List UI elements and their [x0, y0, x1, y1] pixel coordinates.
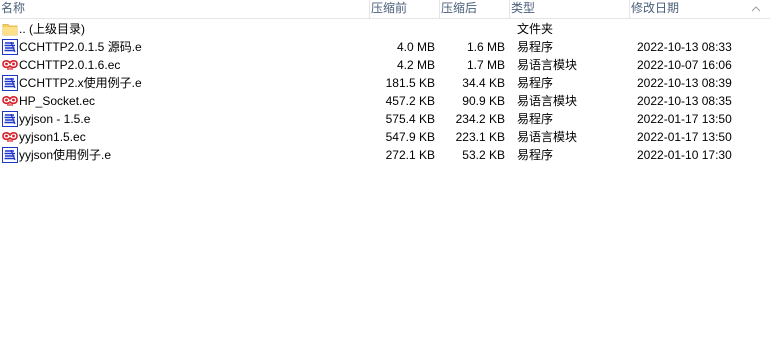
table-row[interactable]: CCHTTP2.0.1.6.ec 4.2 MB 1.7 MB 易语言模块 202…: [0, 56, 770, 74]
column-size[interactable]: 压缩前: [370, 0, 440, 18]
e-module-icon: [2, 57, 18, 73]
column-packed[interactable]: 压缩后: [440, 0, 510, 18]
e-module-icon: [2, 93, 18, 109]
file-type: 易语言模块: [517, 130, 578, 144]
file-name: .. (上级目录): [19, 22, 85, 36]
file-name: CCHTTP2.x使用例子.e: [19, 76, 142, 90]
file-packed-size: 223.1 KB: [455, 130, 505, 144]
file-size: 457.2 KB: [385, 94, 435, 108]
column-header: 名称 压缩前 压缩后 类型 修改日期: [0, 0, 770, 19]
table-row[interactable]: yyjson1.5.ec 547.9 KB 223.1 KB 易语言模块 202…: [0, 128, 770, 146]
file-size: 4.0 MB: [396, 40, 435, 54]
file-name: yyjson使用例子.e: [19, 148, 112, 162]
table-row[interactable]: CCHTTP2.0.1.5 源码.e 4.0 MB 1.6 MB 易程序 202…: [0, 38, 770, 56]
file-size: 181.5 KB: [385, 76, 435, 90]
table-row[interactable]: yyjson使用例子.e 272.1 KB 53.2 KB 易程序 2022-0…: [0, 146, 770, 164]
file-name: CCHTTP2.0.1.6.ec: [19, 58, 121, 72]
file-modified: 2022-10-13 08:39: [637, 76, 732, 90]
column-modified[interactable]: 修改日期: [630, 0, 770, 18]
file-modified: 2022-01-10 17:30: [637, 148, 732, 162]
file-packed-size: 53.2 KB: [462, 148, 505, 162]
e-source-icon: [2, 111, 18, 127]
file-packed-size: 1.6 MB: [466, 40, 505, 54]
sort-arrow-icon: [751, 6, 761, 12]
file-size: 547.9 KB: [385, 130, 435, 144]
file-packed-size: 1.7 MB: [466, 58, 505, 72]
file-type: 易程序: [517, 76, 554, 90]
file-packed-size: 234.2 KB: [455, 112, 505, 126]
column-name[interactable]: 名称: [0, 0, 370, 18]
file-modified: 2022-10-13 08:33: [637, 40, 732, 54]
file-type: 易语言模块: [517, 58, 578, 72]
table-row[interactable]: yyjson - 1.5.e 575.4 KB 234.2 KB 易程序 202…: [0, 110, 770, 128]
file-size: 272.1 KB: [385, 148, 435, 162]
table-row[interactable]: HP_Socket.ec 457.2 KB 90.9 KB 易语言模块 2022…: [0, 92, 770, 110]
e-source-icon: [2, 75, 18, 91]
file-type: 易程序: [517, 148, 554, 162]
file-rows: .. (上级目录) 文件夹 CCHTTP2.0.1.5 源码.e 4.0 MB …: [0, 20, 770, 164]
file-name: HP_Socket.ec: [19, 94, 96, 108]
table-row[interactable]: .. (上级目录) 文件夹: [0, 20, 770, 38]
e-module-icon: [2, 129, 18, 145]
e-source-icon: [2, 147, 18, 163]
file-type: 易程序: [517, 40, 554, 54]
file-size: 575.4 KB: [385, 112, 435, 126]
file-name: yyjson - 1.5.e: [19, 112, 91, 126]
file-modified: 2022-01-17 13:50: [637, 130, 732, 144]
file-type: 易程序: [517, 112, 554, 126]
e-source-icon: [2, 39, 18, 55]
file-packed-size: 34.4 KB: [462, 76, 505, 90]
file-modified: 2022-01-17 13:50: [637, 112, 732, 126]
file-modified: 2022-10-13 08:35: [637, 94, 732, 108]
column-type[interactable]: 类型: [510, 0, 630, 18]
file-type: 文件夹: [517, 22, 554, 36]
file-modified: 2022-10-07 16:06: [637, 58, 732, 72]
file-name: yyjson1.5.ec: [19, 130, 86, 144]
file-packed-size: 90.9 KB: [462, 94, 505, 108]
file-list: 名称 压缩前 压缩后 类型 修改日期 .. (上级目录) 文件夹 CCHTTP2…: [0, 0, 770, 341]
folder-icon: [2, 21, 18, 37]
file-name: CCHTTP2.0.1.5 源码.e: [19, 40, 142, 54]
table-row[interactable]: CCHTTP2.x使用例子.e 181.5 KB 34.4 KB 易程序 202…: [0, 74, 770, 92]
file-type: 易语言模块: [517, 94, 578, 108]
file-size: 4.2 MB: [396, 58, 435, 72]
